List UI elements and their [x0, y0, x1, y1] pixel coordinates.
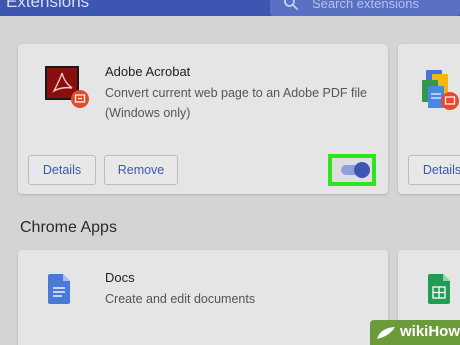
enable-toggle-knob[interactable]: [354, 162, 370, 178]
section-title-chrome-apps: Chrome Apps: [20, 219, 117, 236]
search-box[interactable]: Search extensions: [270, 0, 460, 16]
google-docs-icon: [48, 274, 70, 304]
google-sheets-icon: [428, 274, 450, 304]
extension-name: Adobe Acrobat: [105, 64, 191, 79]
wikihow-watermark: wikiHow: [370, 320, 460, 345]
search-input[interactable]: Search extensions: [312, 0, 419, 11]
remove-button[interactable]: Remove: [104, 155, 178, 185]
search-icon: [284, 0, 299, 11]
app-card-docs[interactable]: Docs Create and edit documents: [18, 250, 388, 345]
page-title: Extensions: [6, 0, 90, 11]
watermark-text: wikiHow: [400, 323, 460, 340]
leaf-icon: [377, 327, 395, 339]
app-description: Create and edit documents: [105, 292, 256, 306]
enable-toggle-highlight[interactable]: [328, 154, 376, 186]
extension-description: Convert current web page to an Adobe PDF…: [105, 86, 367, 120]
extension-card-adobe-acrobat: Adobe Acrobat Convert current web page t…: [18, 44, 388, 194]
details-button[interactable]: Details: [408, 155, 460, 185]
google-docs-suite-icon: [422, 70, 459, 110]
extension-card-partial: Details: [398, 44, 460, 194]
adobe-acrobat-icon: [45, 66, 89, 108]
app-name: Docs: [105, 270, 135, 285]
extensions-header: Extensions Search extensions: [0, 0, 460, 16]
details-button[interactable]: Details: [28, 155, 96, 185]
